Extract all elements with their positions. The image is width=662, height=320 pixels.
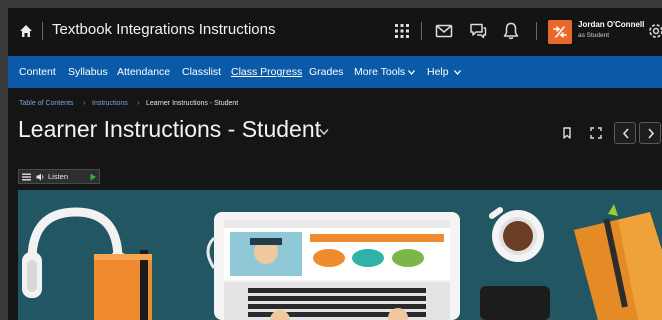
- home-icon[interactable]: [18, 23, 34, 39]
- divider: [536, 22, 537, 40]
- divider: [42, 22, 43, 40]
- divider: [421, 22, 422, 40]
- play-icon[interactable]: [89, 173, 97, 181]
- app-window: Textbook Integrations Instructions Jorda…: [8, 8, 662, 320]
- fullscreen-icon[interactable]: [589, 126, 603, 140]
- course-navbar: Content Syllabus Attendance Classlist Cl…: [8, 56, 662, 88]
- top-bar: Textbook Integrations Instructions Jorda…: [8, 8, 662, 56]
- chevron-down-icon[interactable]: [319, 128, 329, 136]
- user-role: as Student: [578, 32, 610, 39]
- breadcrumb-instructions[interactable]: Instructions: [92, 100, 128, 107]
- chevron-right-icon: [648, 128, 655, 139]
- listen-toolbar[interactable]: Listen: [18, 169, 100, 184]
- grid-icon[interactable]: [392, 21, 412, 41]
- breadcrumb-current: Learner Instructions - Student: [146, 100, 239, 107]
- chevron-left-icon: [622, 128, 629, 139]
- nav-item-attendance[interactable]: Attendance: [117, 66, 170, 78]
- nav-item-grades[interactable]: Grades: [309, 66, 343, 78]
- avatar-glyph-icon: [553, 26, 567, 38]
- nav-item-more-tools[interactable]: More Tools: [354, 66, 405, 78]
- breadcrumb-table-of-contents[interactable]: Table of Contents: [19, 100, 73, 107]
- nav-item-syllabus[interactable]: Syllabus: [68, 66, 108, 78]
- gear-icon[interactable]: [646, 21, 662, 41]
- breadcrumb-separator: ›: [83, 100, 86, 107]
- hero-illustration: [18, 190, 662, 320]
- menu-icon[interactable]: [22, 173, 31, 181]
- chat-icon[interactable]: [468, 21, 488, 41]
- nav-item-classlist[interactable]: Classlist: [182, 66, 221, 78]
- bell-icon[interactable]: [501, 21, 521, 41]
- avatar[interactable]: [548, 20, 572, 44]
- chevron-down-icon: [454, 70, 461, 75]
- speaker-icon: [36, 173, 44, 181]
- nav-item-class-progress[interactable]: Class Progress: [231, 66, 302, 78]
- breadcrumb-separator: ›: [137, 100, 140, 107]
- next-topic-button[interactable]: [639, 122, 661, 144]
- mail-icon[interactable]: [434, 21, 454, 41]
- chevron-down-icon: [408, 70, 415, 75]
- laptop-graphic: [214, 212, 460, 320]
- user-name[interactable]: Jordan O'Connell: [578, 20, 644, 29]
- page-title: Learner Instructions - Student: [18, 116, 321, 142]
- tablet-graphic: [480, 286, 550, 320]
- nav-item-content[interactable]: Content: [19, 66, 56, 78]
- bookmark-icon[interactable]: [560, 126, 574, 140]
- previous-topic-button[interactable]: [614, 122, 636, 144]
- listen-label[interactable]: Listen: [48, 172, 68, 181]
- nav-item-help[interactable]: Help: [427, 66, 449, 78]
- course-title[interactable]: Textbook Integrations Instructions: [52, 21, 275, 38]
- notebook-graphic: [94, 250, 152, 320]
